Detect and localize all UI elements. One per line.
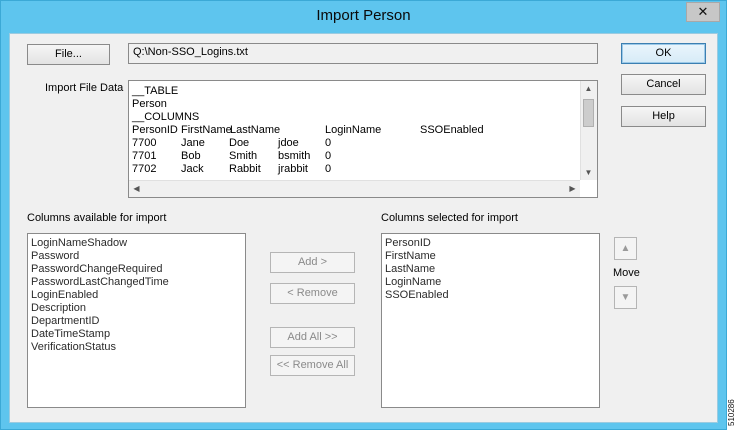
- add-all-button[interactable]: Add All >>: [270, 327, 355, 348]
- scroll-left-arrow-icon[interactable]: ◀: [129, 181, 144, 196]
- data-cell: jrabbit: [278, 163, 308, 175]
- move-up-button[interactable]: ▲: [614, 237, 637, 260]
- data-cell: bsmith: [278, 150, 311, 162]
- import-file-data-pane[interactable]: __TABLE Person __COLUMNS PersonID FirstN…: [128, 80, 598, 198]
- selected-columns-label: Columns selected for import: [381, 212, 518, 224]
- list-item[interactable]: PasswordChangeRequired: [31, 263, 242, 276]
- data-header-cell: LoginName: [325, 124, 382, 136]
- list-item[interactable]: DepartmentID: [31, 315, 242, 328]
- figure-id: 510286: [727, 399, 736, 426]
- list-item[interactable]: LastName: [385, 263, 596, 276]
- ok-button[interactable]: OK: [621, 43, 706, 64]
- data-cell: Bob: [181, 150, 201, 162]
- scroll-right-arrow-icon[interactable]: ▶: [565, 181, 580, 196]
- list-item[interactable]: PersonID: [385, 237, 596, 250]
- list-item[interactable]: Description: [31, 302, 242, 315]
- data-cell: Jane: [181, 137, 205, 149]
- data-cell: 7700: [132, 137, 157, 149]
- vertical-scrollbar[interactable]: ▲ ▼: [580, 81, 597, 180]
- list-item[interactable]: DateTimeStamp: [31, 328, 242, 341]
- close-button[interactable]: ✕: [686, 2, 720, 22]
- data-cell: Jack: [181, 163, 204, 175]
- list-item[interactable]: LoginNameShadow: [31, 237, 242, 250]
- cancel-button[interactable]: Cancel: [621, 74, 706, 95]
- list-item[interactable]: PasswordLastChangedTime: [31, 276, 242, 289]
- close-icon: ✕: [697, 4, 709, 19]
- data-cell: 0: [325, 150, 332, 162]
- data-header-cell: SSOEnabled: [420, 124, 484, 136]
- arrow-down-icon: ▼: [620, 292, 631, 303]
- selected-columns-list[interactable]: PersonID FirstName LastName LoginName SS…: [381, 233, 600, 408]
- list-item[interactable]: FirstName: [385, 250, 596, 263]
- help-button[interactable]: Help: [621, 106, 706, 127]
- arrow-up-icon: ▲: [620, 243, 631, 254]
- import-person-dialog: Import Person ✕ File... Q:\Non-SSO_Login…: [0, 0, 727, 430]
- title-bar[interactable]: Import Person ✕: [1, 1, 726, 33]
- data-line: Person: [132, 98, 167, 110]
- list-item[interactable]: LoginEnabled: [31, 289, 242, 302]
- dialog-title: Import Person: [316, 7, 411, 24]
- available-columns-list[interactable]: LoginNameShadow Password PasswordChangeR…: [27, 233, 246, 408]
- list-item[interactable]: Password: [31, 250, 242, 263]
- available-columns-label: Columns available for import: [27, 212, 167, 224]
- horizontal-scrollbar[interactable]: ◀ ▶: [129, 180, 580, 197]
- file-path-field[interactable]: Q:\Non-SSO_Logins.txt: [128, 43, 598, 64]
- list-item[interactable]: LoginName: [385, 276, 596, 289]
- add-button[interactable]: Add >: [270, 252, 355, 273]
- scroll-thumb[interactable]: [583, 99, 594, 127]
- list-item[interactable]: SSOEnabled: [385, 289, 596, 302]
- data-line: __COLUMNS: [132, 111, 200, 123]
- scroll-down-arrow-icon[interactable]: ▼: [581, 165, 596, 180]
- move-label: Move: [613, 267, 640, 279]
- data-cell: Doe: [229, 137, 250, 149]
- data-cell: 0: [325, 163, 332, 175]
- data-line: __TABLE: [132, 85, 179, 97]
- data-cell: 7701: [132, 150, 157, 162]
- list-item[interactable]: VerificationStatus: [31, 341, 242, 354]
- data-cell: 7702: [132, 163, 157, 175]
- scroll-up-arrow-icon[interactable]: ▲: [581, 81, 596, 96]
- data-header-cell: PersonID: [132, 124, 178, 136]
- data-cell: Rabbit: [229, 163, 261, 175]
- remove-button[interactable]: < Remove: [270, 283, 355, 304]
- remove-all-button[interactable]: << Remove All: [270, 355, 355, 376]
- data-cell: Smith: [229, 150, 258, 162]
- data-cell: jdoe: [278, 137, 299, 149]
- import-file-data-label: Import File Data: [45, 82, 124, 94]
- data-header-cell: FirstName: [181, 124, 232, 136]
- move-down-button[interactable]: ▼: [614, 286, 637, 309]
- data-header-cell: LastName: [230, 124, 281, 136]
- file-button[interactable]: File...: [27, 44, 110, 65]
- dialog-body: File... Q:\Non-SSO_Logins.txt OK Cancel …: [9, 33, 718, 423]
- data-cell: 0: [325, 137, 332, 149]
